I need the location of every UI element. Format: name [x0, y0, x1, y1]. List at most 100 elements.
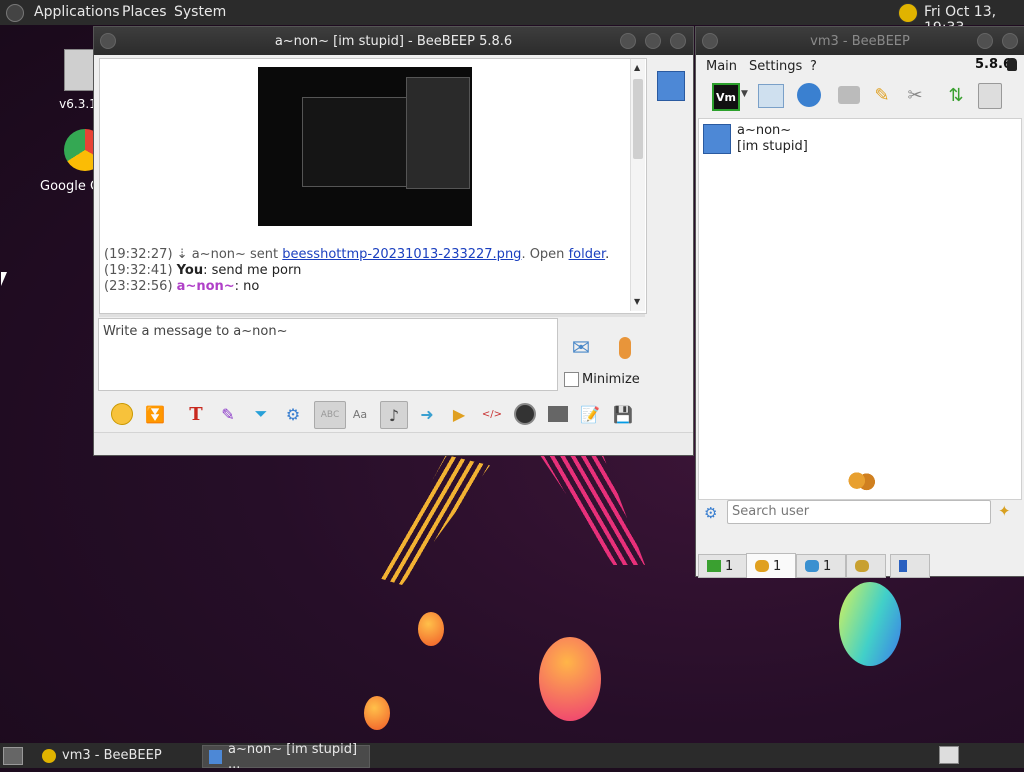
tools-button[interactable]: ✂	[903, 83, 927, 107]
close-window-button[interactable]	[670, 33, 686, 49]
menu-system[interactable]: System	[174, 4, 226, 20]
send-envelope-icon: ✉	[571, 335, 591, 361]
distro-logo-icon[interactable]	[6, 4, 24, 22]
chat-history-scrollbar[interactable]: ▲ ▼	[630, 59, 645, 311]
workspace-switcher[interactable]	[939, 746, 959, 764]
notes-edit-button[interactable]: ✎	[870, 83, 894, 107]
user-list-item[interactable]: a~non~ [im stupid]	[703, 123, 1013, 157]
taskbar-item-main[interactable]: vm3 - BeeBEEP	[36, 745, 202, 766]
emoticon-button[interactable]	[109, 401, 135, 427]
menu-help[interactable]: ?	[810, 59, 817, 74]
send-folder-button[interactable]: ▶	[446, 401, 472, 427]
send-file-button[interactable]: ➜	[414, 401, 440, 427]
decor-stripes-right	[540, 455, 645, 565]
message-mid: . Open	[521, 247, 569, 262]
tab-users[interactable]: 1	[746, 553, 796, 578]
menu-applications[interactable]: Applications	[34, 4, 120, 20]
clear-search-broom-icon[interactable]: ✦	[998, 502, 1011, 520]
chat-window-title: a~non~ [im stupid] - BeeBEEP 5.8.6	[274, 34, 513, 49]
settings-gear-button[interactable]: ⚙	[280, 401, 306, 427]
history-button[interactable]	[545, 401, 571, 427]
pencil-icon: ✎	[874, 84, 890, 106]
tools-icon: ✂	[907, 84, 923, 106]
message-input[interactable]: Write a message to a~non~	[98, 318, 558, 391]
tab-groups[interactable]	[846, 554, 886, 578]
beebeep-tray-icon[interactable]	[898, 3, 918, 23]
search-settings-icon[interactable]: ⚙	[704, 504, 717, 522]
scroll-down-arrow-icon[interactable]: ▼	[634, 297, 640, 306]
file-transfer-icon: ⇣	[176, 247, 188, 262]
notes-icon: 📝	[580, 404, 600, 424]
share-arrows-icon: ⇅	[948, 84, 964, 106]
dropdown-arrow-icon[interactable]: ▼	[741, 89, 748, 99]
download-button[interactable]: ⏬	[142, 401, 168, 427]
vm-badge: Vm	[716, 90, 736, 104]
vm-status-button[interactable]: Vm	[712, 83, 740, 111]
edit-profile-button[interactable]	[758, 84, 784, 108]
tab-chats[interactable]: 1	[796, 554, 846, 578]
menu-main[interactable]: Main	[706, 59, 737, 74]
minimize-window-button[interactable]	[977, 33, 993, 49]
show-desktop-button[interactable]	[3, 747, 23, 765]
clear-button[interactable]	[978, 83, 1002, 109]
chat-history[interactable]: (19:32:27) ⇣ a~non~ sent beesshottmp-202…	[99, 58, 647, 314]
maximize-window-button[interactable]	[645, 33, 661, 49]
tab-pinned[interactable]	[890, 554, 930, 578]
emoticon-icon	[111, 403, 133, 425]
taskbar-item-chat[interactable]: a~non~ [im stupid] ...	[202, 742, 370, 772]
scrollbar-thumb[interactable]	[633, 79, 643, 159]
user-status: [im stupid]	[737, 139, 808, 154]
text-format-button[interactable]: T	[183, 401, 209, 427]
chat-window: a~non~ [im stupid] - BeeBEEP 5.8.6 (19:3…	[93, 26, 694, 456]
share-files-button[interactable]: ⇅	[944, 83, 968, 107]
spellcheck-button[interactable]: ABC	[314, 401, 346, 429]
message-text: : no	[234, 279, 260, 294]
groups-icon	[855, 560, 869, 572]
network-button[interactable]	[797, 83, 821, 107]
search-user-input[interactable]: Search user	[727, 500, 991, 524]
message-time: (19:32:27)	[104, 247, 173, 262]
minimize-checkbox[interactable]	[564, 372, 579, 387]
file-link[interactable]: beesshottmp-20231013-233227.png	[282, 247, 521, 262]
screenshot-button[interactable]	[512, 401, 538, 427]
linux-tux-icon	[1007, 58, 1017, 71]
message-text: : send me porn	[203, 263, 302, 278]
tab-chat-screen[interactable]: 1	[698, 554, 748, 578]
scroll-up-arrow-icon[interactable]: ▲	[634, 63, 640, 72]
chat-member-avatar[interactable]	[657, 71, 685, 101]
search-user-placeholder: Search user	[732, 504, 810, 519]
decor-ball-4	[839, 582, 901, 666]
menu-settings[interactable]: Settings	[749, 59, 802, 74]
save-button[interactable]: 💾	[610, 401, 636, 427]
top-panel: Applications Places System Fri Oct 13, 1…	[0, 0, 1024, 36]
screenshot-image[interactable]	[258, 67, 472, 226]
save-icon: 💾	[613, 404, 633, 424]
chat-window-titlebar[interactable]: a~non~ [im stupid] - BeeBEEP 5.8.6	[94, 27, 693, 55]
decor-stripes-left	[380, 455, 490, 585]
splitter-handle[interactable]	[99, 314, 645, 317]
voice-message-button[interactable]	[612, 333, 638, 363]
user-list[interactable]: a~non~ [im stupid]	[698, 118, 1022, 500]
menu-places[interactable]: Places	[122, 4, 167, 20]
minimize-window-button[interactable]	[620, 33, 636, 49]
main-window-titlebar[interactable]: vm3 - BeeBEEP	[696, 27, 1024, 55]
folder-link[interactable]: folder	[569, 247, 606, 262]
color-pen-icon: ✎	[221, 404, 235, 424]
color-pen-button[interactable]: ✎	[215, 401, 241, 427]
music-note-button[interactable]: ♪	[380, 401, 408, 429]
status-bar	[94, 432, 693, 455]
settings-gear-icon: ⚙	[285, 404, 301, 424]
screenshot-inner-window	[302, 97, 418, 187]
screenshot-icon	[514, 403, 536, 425]
filter-button[interactable]: ⏷	[248, 401, 274, 427]
message-row: (23:32:56) a~non~: no	[104, 279, 259, 294]
send-message-button[interactable]: ✉	[564, 335, 598, 361]
send-file-icon: ➜	[420, 404, 434, 424]
close-window-button[interactable]	[1002, 33, 1018, 49]
tab-count: 1	[773, 558, 782, 574]
broadcast-button[interactable]	[838, 86, 860, 104]
font-button[interactable]: Aa	[347, 401, 373, 427]
notes-button[interactable]: 📝	[577, 401, 603, 427]
code-button[interactable]: </>	[479, 401, 505, 427]
send-folder-icon: ▶	[452, 404, 466, 424]
